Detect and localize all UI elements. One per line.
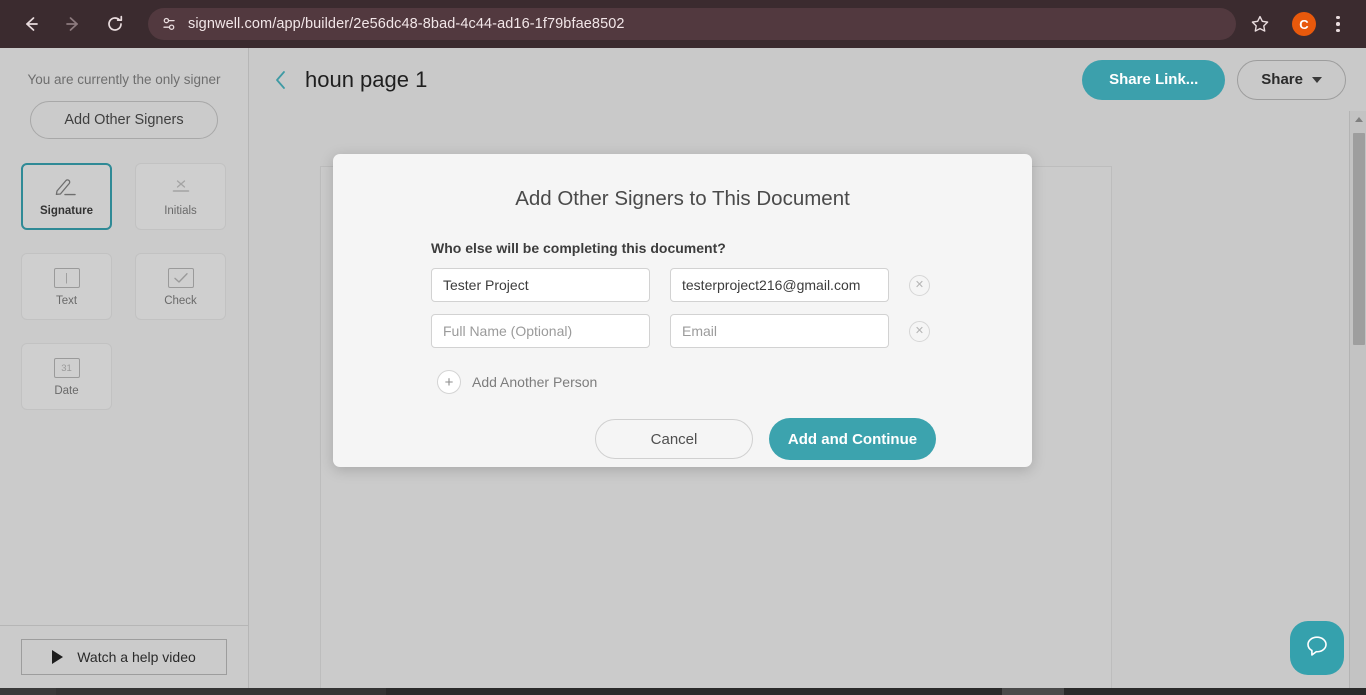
header-actions: Share Link... Share: [1082, 59, 1366, 100]
tool-check-label: Check: [164, 295, 197, 307]
add-signers-modal: Add Other Signers to This Document Who e…: [333, 154, 1032, 467]
avatar[interactable]: C: [1292, 12, 1316, 36]
share-dropdown-label: Share: [1261, 71, 1303, 88]
back-arrow-icon[interactable]: [16, 9, 46, 39]
share-dropdown-button[interactable]: Share: [1237, 59, 1346, 100]
signer-email-input[interactable]: [670, 314, 889, 348]
signer-email-input[interactable]: [670, 268, 889, 302]
reload-icon[interactable]: [100, 9, 130, 39]
address-bar[interactable]: signwell.com/app/builder/2e56dc48-8bad-4…: [148, 8, 1236, 40]
play-icon: [52, 650, 64, 664]
checkbox-icon: [167, 266, 194, 290]
add-another-person-label: Add Another Person: [472, 374, 598, 390]
help-bar: Watch a help video: [0, 625, 249, 688]
browser-toolbar: signwell.com/app/builder/2e56dc48-8bad-4…: [0, 0, 1366, 48]
chat-bubble-icon: [1303, 632, 1331, 665]
tool-initials-label: Initials: [164, 205, 197, 217]
add-and-continue-button[interactable]: Add and Continue: [769, 418, 936, 460]
chevron-left-icon[interactable]: [270, 67, 292, 93]
modal-title: Add Other Signers to This Document: [515, 187, 850, 210]
add-other-signers-button[interactable]: Add Other Signers: [30, 101, 218, 139]
site-settings-icon[interactable]: [160, 15, 178, 33]
tool-signature[interactable]: Signature: [21, 163, 112, 230]
url-text: signwell.com/app/builder/2e56dc48-8bad-4…: [188, 16, 625, 32]
modal-actions: Cancel Add and Continue: [333, 418, 1032, 460]
vertical-scrollbar[interactable]: [1349, 111, 1366, 688]
signer-status-text: You are currently the only signer: [27, 72, 221, 87]
chevron-down-icon: [1312, 76, 1322, 83]
tool-text-label: Text: [55, 295, 78, 307]
tool-text[interactable]: | Text: [21, 253, 112, 320]
remove-signer-button[interactable]: ✕: [909, 274, 930, 296]
tool-check[interactable]: Check: [135, 253, 226, 320]
add-another-person-button[interactable]: + Add Another Person: [437, 370, 1032, 394]
forward-arrow-icon[interactable]: [58, 9, 88, 39]
tool-signature-label: Signature: [39, 205, 94, 217]
modal-question: Who else will be completing this documen…: [431, 240, 726, 256]
signer-name-input[interactable]: [431, 268, 650, 302]
plus-circle-icon: +: [437, 370, 461, 394]
cancel-button[interactable]: Cancel: [595, 419, 753, 459]
document-header: houn page 1 Share Link... Share: [249, 48, 1366, 111]
page-title: houn page 1: [305, 66, 428, 92]
pen-signature-icon: [52, 176, 82, 200]
star-icon[interactable]: [1246, 10, 1274, 38]
tool-initials[interactable]: Initials: [135, 163, 226, 230]
tool-date[interactable]: 31 Date: [21, 343, 112, 410]
initials-x-line-icon: [166, 176, 196, 200]
os-taskbar: [0, 688, 1366, 695]
app-shell: You are currently the only signer Add Ot…: [0, 48, 1366, 688]
scroll-up-arrow-icon[interactable]: [1350, 111, 1366, 128]
help-chat-launcher[interactable]: [1290, 621, 1344, 675]
watch-help-video-label: Watch a help video: [77, 649, 196, 665]
calendar-31-icon: 31: [53, 356, 80, 380]
signer-row: ✕: [431, 268, 1032, 302]
watch-help-video-button[interactable]: Watch a help video: [21, 639, 227, 675]
share-link-button[interactable]: Share Link...: [1082, 59, 1226, 100]
scrollbar-thumb[interactable]: [1353, 133, 1365, 345]
field-tool-palette: Signature Initials | Text Check 31 Date: [0, 139, 230, 410]
left-sidebar: You are currently the only signer Add Ot…: [0, 48, 249, 625]
signer-row: ✕: [431, 314, 1032, 348]
signer-name-input[interactable]: [431, 314, 650, 348]
tool-date-label: Date: [54, 385, 79, 397]
text-cursor-icon: |: [53, 266, 80, 290]
kebab-menu-icon[interactable]: [1326, 11, 1350, 37]
remove-signer-button[interactable]: ✕: [909, 320, 930, 342]
